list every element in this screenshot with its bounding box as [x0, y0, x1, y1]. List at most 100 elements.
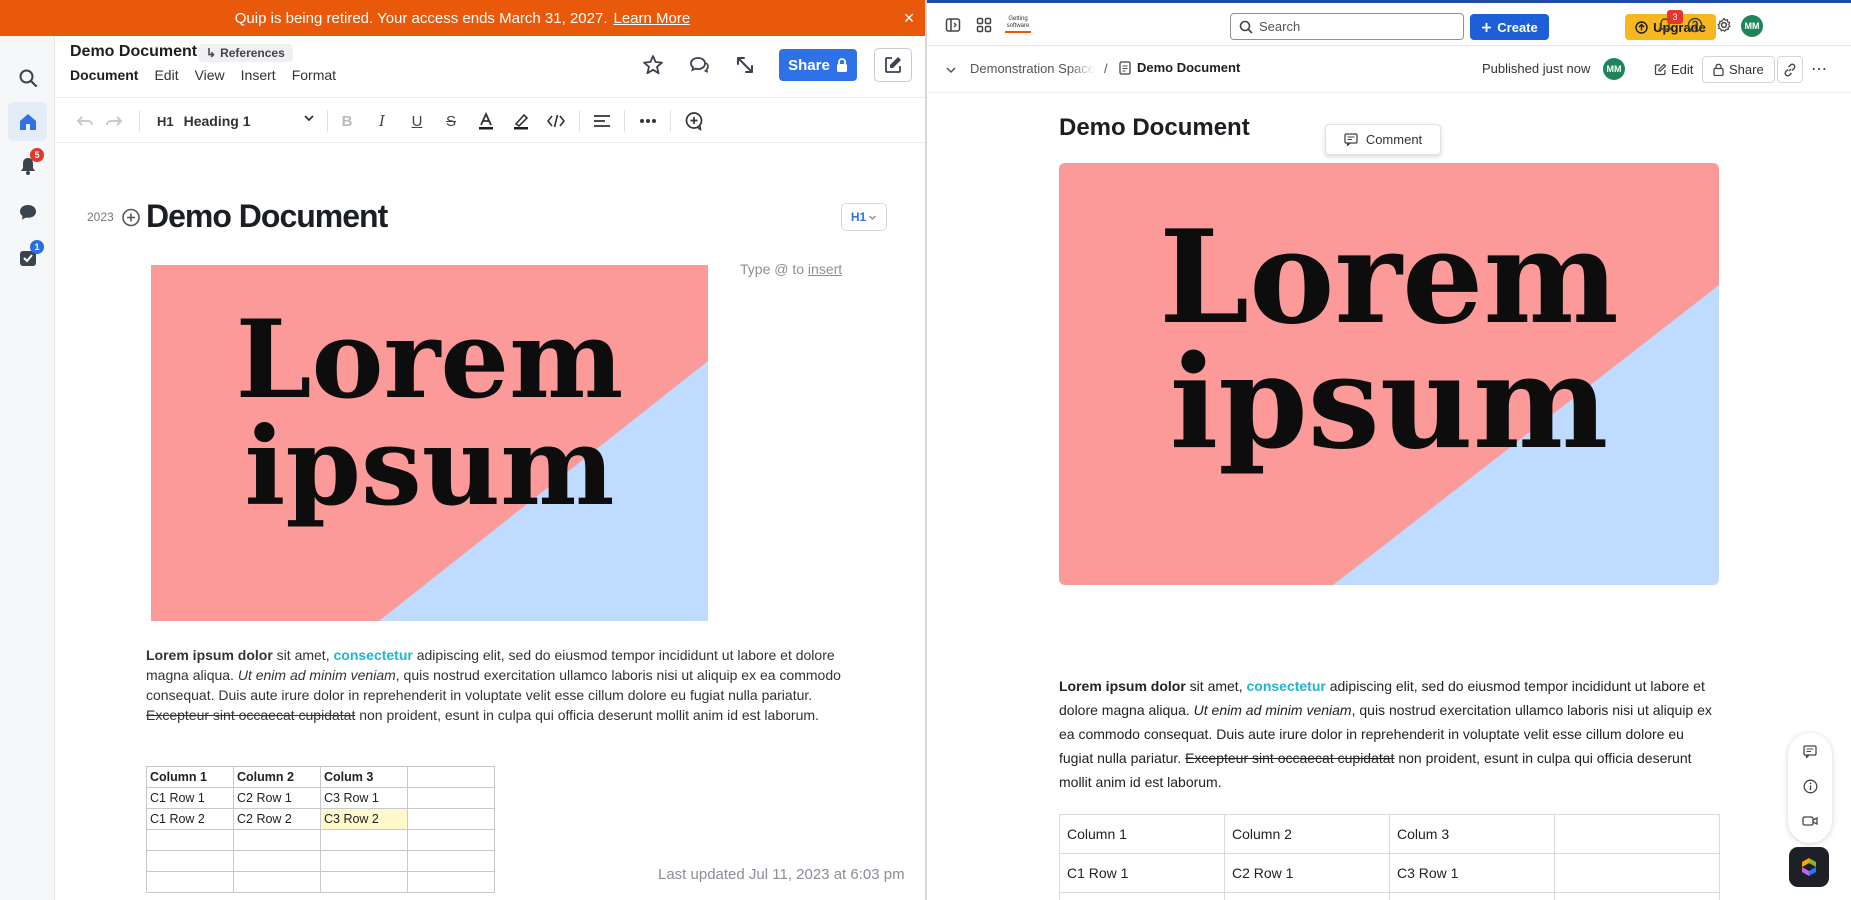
paragraph-style-dropdown[interactable]: H1 Heading 1 — [157, 109, 315, 133]
table-cell[interactable] — [146, 829, 234, 851]
table-cell[interactable] — [407, 850, 495, 872]
favorite-star-icon[interactable] — [638, 50, 668, 80]
spreadsheet-table: Column 1 Column 2 Colum 3 C1 Row 1 C2 Ro… — [146, 766, 495, 893]
consectetur-link[interactable]: consectetur — [1246, 678, 1325, 694]
bold-icon[interactable]: B — [334, 108, 360, 134]
table-cell[interactable] — [146, 850, 234, 872]
copy-link-icon[interactable] — [1777, 56, 1803, 83]
table-cell[interactable]: Column 1 — [146, 766, 234, 788]
compose-icon[interactable] — [874, 48, 912, 82]
tasks-icon[interactable]: 1 — [8, 238, 47, 277]
create-button[interactable]: Create — [1470, 14, 1549, 40]
table-cell[interactable] — [407, 808, 495, 830]
page-icon — [1119, 60, 1131, 75]
home-icon[interactable] — [8, 102, 47, 141]
undo-icon[interactable] — [72, 108, 98, 134]
insert-hint-link[interactable]: insert — [808, 261, 842, 277]
table-cell[interactable] — [233, 871, 321, 893]
breadcrumb-page[interactable]: Demo Document — [1119, 60, 1240, 75]
table-cell[interactable] — [407, 787, 495, 809]
share-button[interactable]: Share — [1702, 56, 1775, 83]
edit-button[interactable]: Edit — [1646, 56, 1701, 82]
table-cell[interactable]: C1 Row 1 — [146, 787, 234, 809]
more-options-icon[interactable] — [635, 108, 661, 134]
lock-icon — [1713, 63, 1724, 76]
table-cell[interactable]: Colum 3 — [320, 766, 408, 788]
search-input[interactable]: Search — [1230, 13, 1464, 40]
sidebar-toggle-icon[interactable] — [941, 13, 965, 37]
help-icon[interactable] — [1683, 13, 1707, 37]
menu-document[interactable]: Document — [70, 67, 138, 83]
table-cell[interactable] — [320, 850, 408, 872]
heading-level-dropdown[interactable]: H1 — [841, 203, 887, 231]
code-icon[interactable] — [543, 108, 569, 134]
table-cell[interactable]: C1 Row 2 — [146, 808, 234, 830]
conversation-icon[interactable] — [684, 50, 714, 80]
share-button[interactable]: Share — [779, 49, 857, 81]
search-icon[interactable] — [8, 58, 47, 97]
ai-assistant-icon[interactable] — [1789, 847, 1829, 887]
document-heading[interactable]: Demo Document — [146, 198, 388, 235]
strikethrough-text: Excepteur sint occaecat cupidatat — [1185, 750, 1395, 766]
table-cell[interactable]: C2 Row 2 — [233, 808, 321, 830]
notifications-badge: 5 — [30, 148, 44, 162]
consectetur-link[interactable]: consectetur — [333, 647, 412, 663]
menu-edit[interactable]: Edit — [154, 67, 178, 83]
table-cell[interactable] — [407, 829, 495, 851]
add-comment-icon[interactable] — [681, 108, 707, 134]
chevron-down-icon[interactable] — [939, 58, 963, 82]
table-cell[interactable] — [320, 829, 408, 851]
menu-format[interactable]: Format — [292, 67, 336, 83]
table-cell-selected[interactable]: C3 Row 2 — [320, 808, 408, 830]
references-chip[interactable]: ↳ References — [198, 44, 293, 62]
references-label: References — [220, 46, 285, 60]
lorem-ipsum-image[interactable]: Lorem ipsum — [151, 265, 708, 621]
heading-level-label: H1 — [850, 210, 867, 224]
italic-icon[interactable]: I — [369, 108, 395, 134]
table-row — [146, 871, 495, 893]
site-logo[interactable]: Getting software — [1005, 16, 1031, 36]
table-cell[interactable] — [233, 850, 321, 872]
breadcrumb-space[interactable]: Demonstration Space — [970, 61, 1095, 76]
document-title[interactable]: Demo Document — [70, 43, 197, 61]
top-navigation: Getting software Search Create Upgrade 3… — [927, 0, 1851, 46]
table-cell[interactable]: C3 Row 1 — [320, 787, 408, 809]
settings-gear-icon[interactable] — [1712, 13, 1736, 37]
table-cell[interactable]: C2 Row 1 — [233, 787, 321, 809]
table-cell[interactable]: Column 2 — [233, 766, 321, 788]
table-cell: C3 Row 1 — [1389, 853, 1555, 893]
lorem-ipsum-image[interactable]: Lorem ipsum — [1059, 163, 1719, 585]
more-actions-icon[interactable]: ⋯ — [1811, 59, 1827, 79]
table-cell[interactable] — [407, 766, 495, 788]
expand-icon[interactable] — [730, 50, 760, 80]
para-text: sit amet, — [1185, 678, 1247, 694]
notifications-icon[interactable]: 5 — [8, 146, 47, 185]
inline-comment-icon[interactable] — [120, 207, 142, 229]
comment-button[interactable]: Comment — [1325, 124, 1441, 155]
table-cell[interactable] — [146, 871, 234, 893]
app-switcher-icon[interactable] — [972, 13, 996, 37]
comments-panel-icon[interactable] — [1800, 741, 1820, 761]
text-color-icon[interactable] — [473, 108, 499, 134]
table-cell[interactable] — [320, 871, 408, 893]
redo-icon[interactable] — [101, 108, 127, 134]
menu-insert[interactable]: Insert — [241, 67, 276, 83]
table-cell[interactable] — [407, 871, 495, 893]
info-icon[interactable] — [1800, 776, 1820, 796]
profile-avatar[interactable]: MM — [1741, 15, 1763, 37]
learn-more-link[interactable]: Learn More — [614, 10, 691, 27]
body-paragraph[interactable]: Lorem ipsum dolor sit amet, consectetur … — [146, 645, 846, 725]
underline-icon[interactable]: U — [404, 108, 430, 134]
highlight-icon[interactable] — [508, 108, 534, 134]
strikethrough-icon[interactable]: S — [438, 108, 464, 134]
close-banner-icon[interactable]: × — [899, 8, 919, 28]
video-icon[interactable] — [1800, 811, 1820, 831]
menu-view[interactable]: View — [195, 67, 225, 83]
confluence-window: Getting software Search Create Upgrade 3… — [927, 0, 1851, 900]
align-left-icon[interactable] — [589, 108, 615, 134]
profile-initials: MM — [1744, 21, 1760, 31]
plus-icon — [1482, 22, 1492, 32]
author-avatar[interactable]: MM — [1603, 58, 1625, 80]
messages-icon[interactable] — [8, 192, 47, 231]
table-cell[interactable] — [233, 829, 321, 851]
